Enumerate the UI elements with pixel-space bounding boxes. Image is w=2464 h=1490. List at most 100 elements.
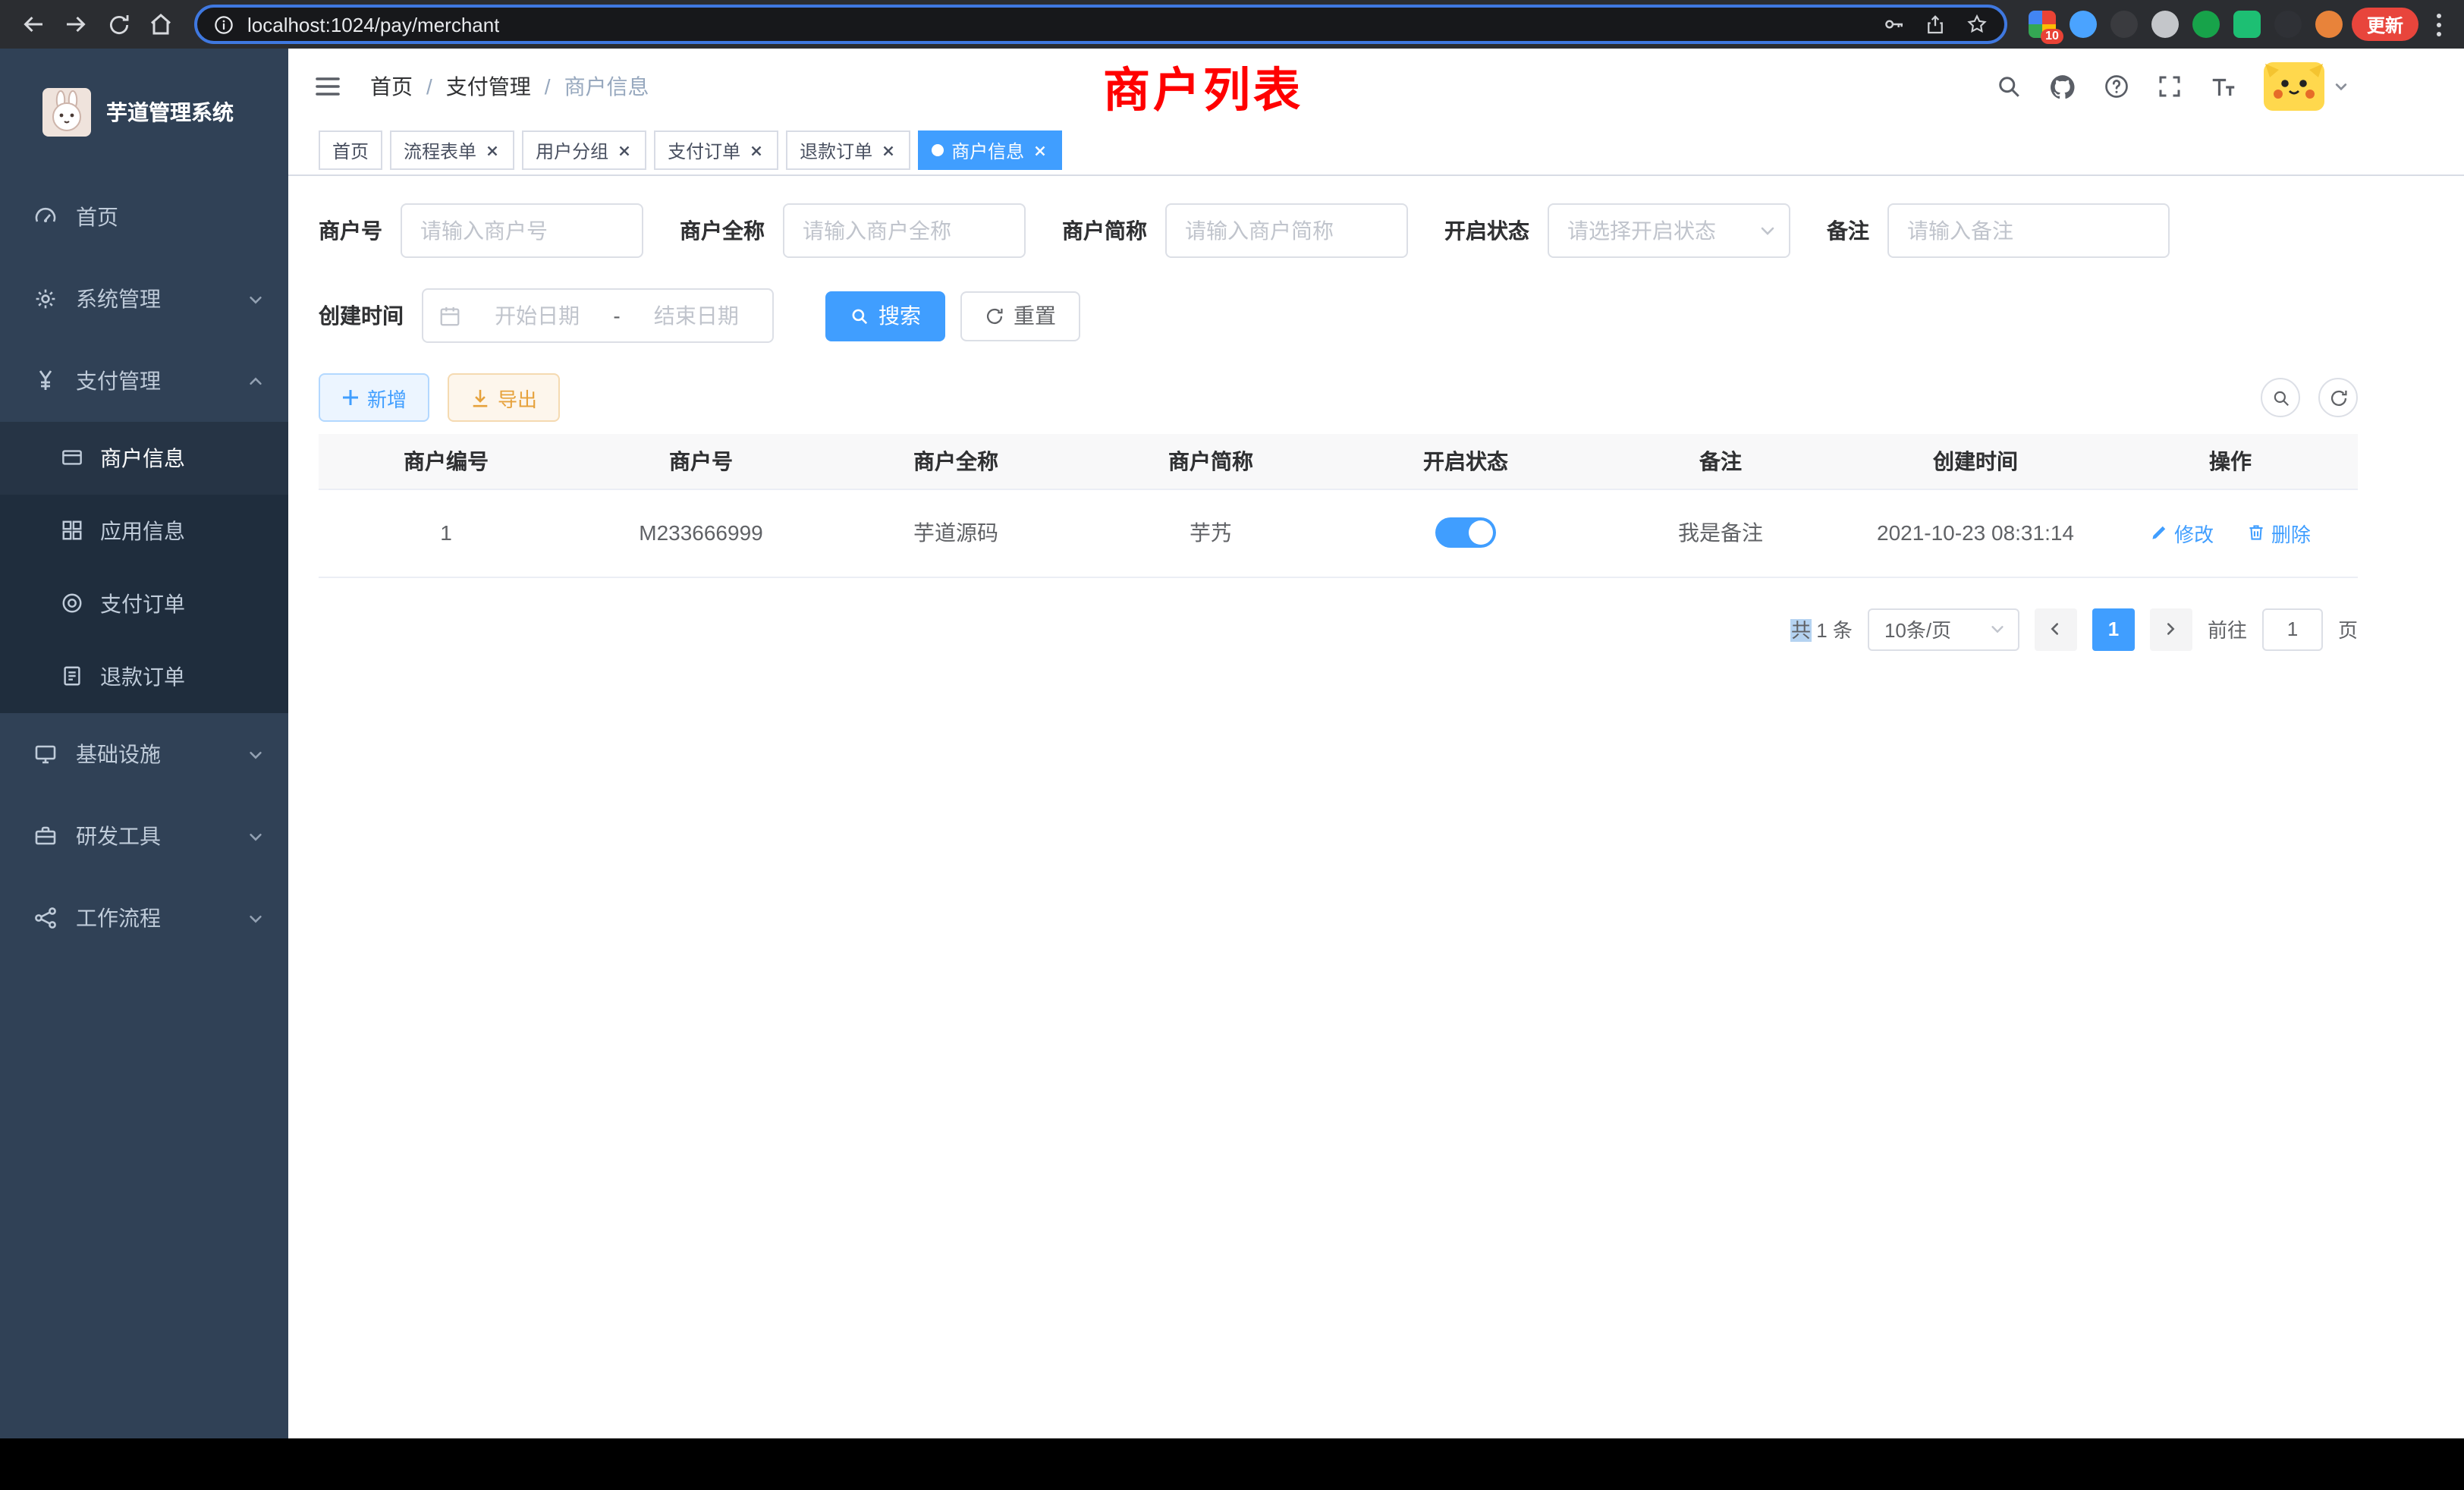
table-row: 1 M233666999 芋道源码 芋艿 我是备注 2021-10-23 08:… xyxy=(319,489,2358,577)
sidebar-item-refund-order[interactable]: 退款订单 xyxy=(0,640,288,713)
breadcrumb-payment[interactable]: 支付管理 xyxy=(446,71,531,102)
reload-icon[interactable] xyxy=(97,3,140,46)
user-menu[interactable] xyxy=(2264,62,2349,111)
status-select[interactable]: 请选择开启状态 xyxy=(1548,203,1790,258)
logo-avatar xyxy=(42,88,91,137)
sidebar-item-home[interactable]: 首页 xyxy=(0,176,288,258)
reset-button-label: 重置 xyxy=(1014,300,1056,331)
breadcrumb-home[interactable]: 首页 xyxy=(370,71,413,102)
tab-close-icon[interactable] xyxy=(880,142,897,159)
sidebar-item-label: 应用信息 xyxy=(100,516,185,546)
sidebar-item-pay-order[interactable]: 支付订单 xyxy=(0,567,288,640)
search-button[interactable]: 搜索 xyxy=(825,291,945,341)
end-date-placeholder[interactable]: 结束日期 xyxy=(636,300,757,331)
extension-icon-black[interactable] xyxy=(2274,11,2302,38)
status-toggle[interactable] xyxy=(1435,517,1496,548)
browser-menu-icon[interactable] xyxy=(2425,5,2452,44)
search-icon[interactable] xyxy=(1995,73,2022,100)
tab-merchant-info[interactable]: 商户信息 xyxy=(918,130,1062,170)
next-page-button[interactable] xyxy=(2150,608,2192,650)
logo[interactable]: 芋道管理系统 xyxy=(0,49,288,176)
tab-process-form[interactable]: 流程表单 xyxy=(390,130,514,170)
prev-page-button[interactable] xyxy=(2035,608,2077,650)
tab-refund-order[interactable]: 退款订单 xyxy=(786,130,910,170)
toggle-search-button[interactable] xyxy=(2261,378,2300,417)
page-title-annotation: 商户列表 xyxy=(1103,52,1303,120)
target-icon xyxy=(61,592,85,616)
window-bottom-edge xyxy=(0,1438,2464,1490)
add-button-label: 新增 xyxy=(367,383,407,412)
hamburger-icon[interactable] xyxy=(313,71,343,102)
extension-icon-dark[interactable] xyxy=(2110,11,2138,38)
delete-link[interactable]: 删除 xyxy=(2247,518,2311,547)
cell-merchant-no: M233666999 xyxy=(574,489,828,577)
key-icon[interactable] xyxy=(1881,12,1906,36)
chevron-down-icon xyxy=(247,828,264,844)
extension-icon-grey[interactable] xyxy=(2151,11,2179,38)
screen: localhost:1024/pay/merchant 10 xyxy=(0,0,2464,1490)
merchant-no-input[interactable] xyxy=(401,203,643,258)
extension-icon-green-square[interactable] xyxy=(2233,11,2261,38)
github-icon[interactable] xyxy=(2048,72,2077,101)
sidebar-item-workflow[interactable]: 工作流程 xyxy=(0,877,288,959)
extension-icon-green[interactable] xyxy=(2192,11,2220,38)
browser-profile-avatar[interactable] xyxy=(2315,11,2343,38)
sidebar-item-merchant-info[interactable]: 商户信息 xyxy=(0,422,288,495)
browser-update-button[interactable]: 更新 xyxy=(2352,8,2418,41)
pagination: 共 1 条 10条/页 1 xyxy=(319,608,2358,650)
app-window: 芋道管理系统 首页 系统管理 xyxy=(0,49,2464,1438)
navbar-tools xyxy=(1995,62,2349,111)
url-text: localhost:1024/pay/merchant xyxy=(247,13,499,36)
tab-close-icon[interactable] xyxy=(748,142,765,159)
font-size-icon[interactable] xyxy=(2209,72,2238,101)
tab-label: 流程表单 xyxy=(404,137,476,163)
edit-link[interactable]: 修改 xyxy=(2150,518,2214,547)
tab-home[interactable]: 首页 xyxy=(319,130,382,170)
remark-input[interactable] xyxy=(1887,203,2170,258)
tab-pay-order[interactable]: 支付订单 xyxy=(654,130,778,170)
sidebar-item-system[interactable]: 系统管理 xyxy=(0,258,288,340)
back-icon[interactable] xyxy=(12,3,55,46)
page-size-select[interactable]: 10条/页 xyxy=(1868,608,2019,650)
tab-user-group[interactable]: 用户分组 xyxy=(522,130,646,170)
sidebar-item-payment[interactable]: 支付管理 xyxy=(0,340,288,422)
edit-link-label: 修改 xyxy=(2174,518,2214,547)
goto-page-input[interactable] xyxy=(2262,608,2323,650)
export-button[interactable]: 导出 xyxy=(448,373,560,422)
remark-label: 备注 xyxy=(1827,215,1869,246)
extension-icon-blue[interactable] xyxy=(2070,11,2097,38)
tab-close-icon[interactable] xyxy=(1032,142,1048,159)
navbar: 首页 / 支付管理 / 商户信息 商户列表 xyxy=(288,49,2464,124)
sidebar-item-label: 支付管理 xyxy=(76,366,161,396)
page-number-button[interactable]: 1 xyxy=(2092,608,2135,650)
start-date-placeholder[interactable]: 开始日期 xyxy=(476,300,598,331)
address-bar[interactable]: localhost:1024/pay/merchant xyxy=(194,5,2007,44)
refresh-table-button[interactable] xyxy=(2318,378,2358,417)
tab-close-icon[interactable] xyxy=(616,142,633,159)
share-icon[interactable] xyxy=(1924,13,1947,36)
cell-full-name: 芋道源码 xyxy=(828,489,1083,577)
fullscreen-icon[interactable] xyxy=(2156,73,2183,100)
sidebar-item-infrastructure[interactable]: 基础设施 xyxy=(0,713,288,795)
short-name-input[interactable] xyxy=(1165,203,1408,258)
forward-icon[interactable] xyxy=(55,3,97,46)
card-icon xyxy=(61,446,85,470)
tab-close-icon[interactable] xyxy=(484,142,501,159)
tab-label: 支付订单 xyxy=(668,137,740,163)
bookmark-star-icon[interactable] xyxy=(1965,12,1989,36)
site-info-icon[interactable] xyxy=(212,13,235,36)
full-name-input[interactable] xyxy=(783,203,1026,258)
cell-short-name: 芋艿 xyxy=(1083,489,1338,577)
help-icon[interactable] xyxy=(2103,73,2130,100)
col-header-ops: 操作 xyxy=(2103,434,2358,489)
add-button[interactable]: 新增 xyxy=(319,373,429,422)
home-icon[interactable] xyxy=(140,3,182,46)
pagination-total: 共 1 条 xyxy=(1791,615,1853,643)
reset-button[interactable]: 重置 xyxy=(960,291,1080,341)
create-time-label: 创建时间 xyxy=(319,300,404,331)
create-time-range-picker[interactable]: 开始日期 - 结束日期 xyxy=(422,288,774,343)
sidebar-item-app-info[interactable]: 应用信息 xyxy=(0,495,288,567)
sidebar-item-dev-tools[interactable]: 研发工具 xyxy=(0,795,288,877)
col-header-full-name: 商户全称 xyxy=(828,434,1083,489)
extension-badge-icon[interactable]: 10 xyxy=(2029,11,2056,38)
